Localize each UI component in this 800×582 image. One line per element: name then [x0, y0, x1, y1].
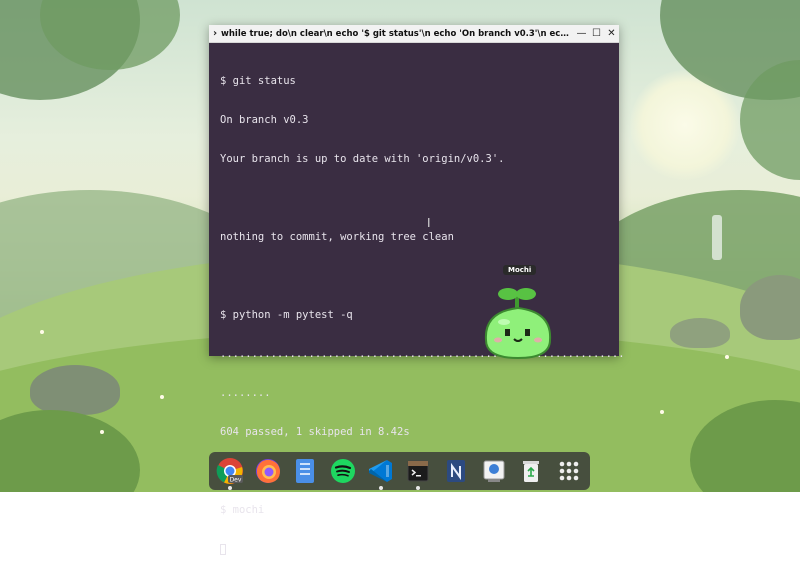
flower — [725, 355, 729, 359]
terminal-line: $ python -m pytest -q — [220, 309, 353, 321]
vscode-icon — [368, 460, 392, 482]
app-grid-icon — [559, 461, 579, 481]
pet-eye — [525, 329, 530, 336]
firefox-icon — [255, 459, 280, 483]
waterfall — [712, 215, 722, 260]
chrome-dev-icon: Dev — [216, 458, 243, 484]
pet-blush — [494, 337, 502, 343]
running-indicator — [227, 486, 232, 490]
dock-app-recycle-bin[interactable] — [517, 456, 547, 486]
flower — [100, 430, 104, 434]
window-title: while true; do\n clear\n echo '$ git sta… — [221, 28, 574, 39]
flower — [40, 330, 44, 334]
sprout-leaf — [516, 288, 536, 300]
dock: Dev — [209, 452, 590, 490]
minimize-button[interactable]: — — [574, 25, 589, 42]
dock-app-firefox[interactable] — [253, 456, 283, 486]
flower — [660, 410, 664, 414]
rock — [30, 365, 120, 415]
dock-app-vscode[interactable] — [366, 456, 396, 490]
terminal-line: 604 passed, 1 skipped in 8.42s — [220, 426, 410, 438]
running-indicator — [378, 486, 383, 490]
pet-blush — [534, 337, 542, 343]
terminal-prompt-icon: › — [212, 28, 218, 39]
flower — [160, 395, 164, 399]
dock-app-notion[interactable] — [441, 456, 471, 486]
notion-icon — [447, 460, 466, 482]
spotify-icon — [330, 459, 355, 483]
chrome-dev-badge: Dev — [229, 477, 241, 484]
maximize-button[interactable]: ☐ — [589, 25, 604, 42]
pet-name-label: Mochi — [503, 265, 537, 275]
dock-app-files[interactable] — [290, 456, 320, 486]
terminal-line: Your branch is up to date with 'origin/v… — [220, 153, 505, 165]
terminal-cursor-line — [220, 543, 619, 556]
files-icon — [296, 459, 315, 483]
terminal-line: ........ — [220, 387, 271, 399]
terminal-line: nothing to commit, working tree clean — [220, 231, 454, 243]
terminal-line: ........................................… — [220, 348, 625, 360]
dock-app-grid[interactable] — [554, 456, 584, 486]
dock-app-chrome-dev[interactable]: Dev — [215, 456, 245, 490]
terminal-icon — [407, 460, 429, 482]
sprout-leaf — [498, 288, 518, 300]
terminal-line: $ git status — [220, 75, 296, 87]
terminal-line: On branch v0.3 — [220, 114, 309, 126]
pet-eye — [505, 329, 510, 336]
text-cursor — [220, 543, 226, 555]
recycle-bin-icon — [523, 461, 540, 482]
close-button[interactable]: ✕ — [604, 25, 619, 42]
dock-app-terminal[interactable] — [404, 456, 434, 490]
dock-app-preview[interactable] — [479, 456, 509, 486]
dock-app-spotify[interactable] — [328, 456, 358, 486]
pet-body — [484, 306, 552, 360]
pet-highlight — [498, 319, 510, 325]
terminal-titlebar[interactable]: › while true; do\n clear\n echo '$ git s… — [209, 25, 619, 43]
mochi-pet-sprite[interactable] — [478, 284, 558, 360]
preview-icon — [483, 460, 505, 482]
mouse-ibeam-cursor-icon: I — [427, 216, 431, 230]
terminal-line: $ mochi — [220, 504, 265, 516]
running-indicator — [416, 486, 421, 490]
rock — [670, 318, 730, 348]
